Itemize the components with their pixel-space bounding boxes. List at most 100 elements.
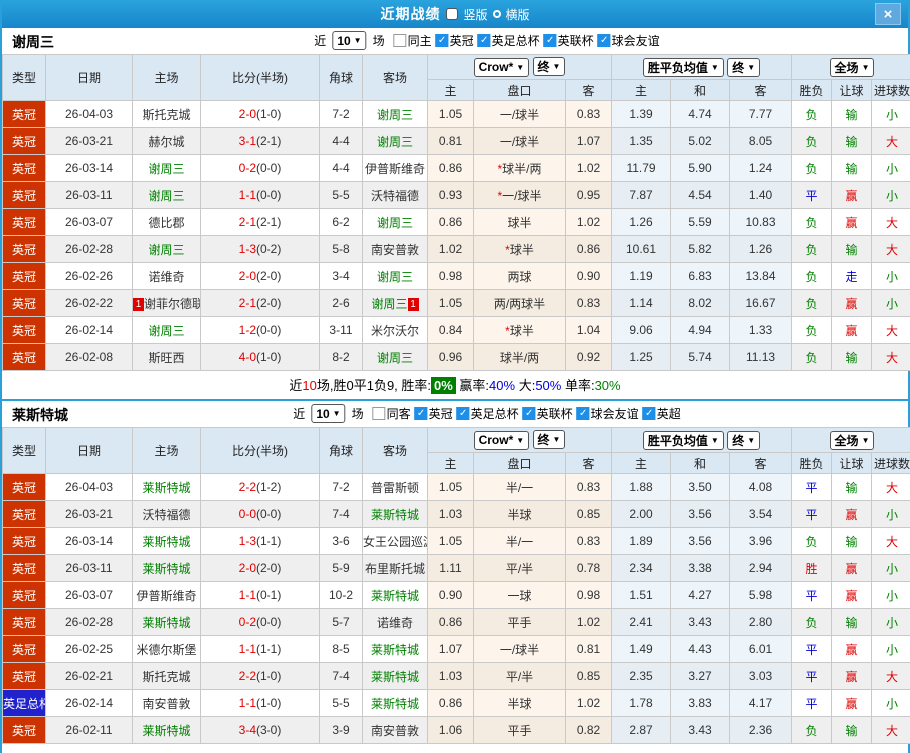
chevron-down-icon: ▼ [710, 435, 719, 445]
away-team: 谢周三 [362, 127, 428, 155]
chevron-down-icon: ▼ [747, 435, 756, 445]
date-cell: 26-03-14 [45, 154, 133, 182]
radio-vertical-label[interactable]: 竖版 [463, 6, 487, 23]
unchecked-checkbox-icon[interactable] [372, 407, 386, 420]
date-cell: 26-04-03 [45, 473, 133, 501]
checked-checkbox-icon[interactable]: ✓ [522, 407, 536, 420]
checked-checkbox-icon[interactable]: ✓ [543, 34, 557, 47]
league-filter[interactable]: ✓ 英冠 [435, 32, 474, 49]
league-filter[interactable]: ✓ 英联杯 [522, 405, 573, 422]
odds-home-cell: 1.07 [427, 635, 474, 663]
league-filter[interactable]: ✓ 英冠 [414, 405, 453, 422]
fulltime-select[interactable]: 全场 ▼ [829, 57, 875, 77]
col-odds-home: 主 [427, 452, 474, 474]
close-button[interactable]: × [875, 3, 901, 25]
checked-checkbox-icon[interactable]: ✓ [456, 407, 470, 420]
same-venue-filter[interactable]: 同主 [393, 32, 432, 49]
league-filter[interactable]: ✓ 球会友谊 [597, 32, 660, 49]
fulltime-select[interactable]: 全场 ▼ [829, 430, 875, 450]
final-odds-select[interactable]: 终 ▼ [532, 430, 566, 450]
goals-cell: 小 [871, 154, 910, 182]
odds-away-cell: 0.83 [564, 527, 613, 555]
table-row: 英冠 26-03-21 沃特福德 0-0(0-0) 7-4 莱斯特城 1.03 半球 0.85 2… [2, 500, 910, 528]
same-venue-filter-label: 同主 [407, 34, 432, 48]
radio-selected-icon[interactable] [446, 8, 459, 20]
league-cell: 英冠 [2, 262, 46, 290]
table-row: 英冠 26-02-28 谢周三 1-3(0-2) 5-8 南安普敦 1.02 *球半 0.86 1… [2, 235, 910, 263]
unchecked-checkbox-icon[interactable] [393, 34, 407, 47]
wdl-group-header: 胜平负均值 ▼ 终 ▼ [611, 427, 793, 453]
team-link: 沃特福德 [370, 188, 419, 203]
checked-checkbox-icon[interactable]: ✓ [435, 34, 449, 47]
wdl-avg-select[interactable]: 胜平负均值 ▼ [642, 430, 724, 450]
away-team: 伊普斯维奇 [362, 154, 428, 182]
wdl-avg-select[interactable]: 胜平负均值 ▼ [642, 57, 724, 77]
home-team: 斯旺西 [132, 343, 201, 371]
radio-horizontal-label[interactable]: 横版 [506, 6, 530, 23]
checked-checkbox-icon[interactable]: ✓ [597, 34, 611, 47]
team-link: 米德尔斯堡 [136, 642, 197, 657]
recent-count-select[interactable]: 10 ▼ [332, 31, 367, 50]
avg-home-cell: 2.41 [611, 608, 672, 636]
league-filter[interactable]: ✓ 英足总杯 [456, 405, 519, 422]
team-section: 谢周三近 10 ▼ 场同主 ✓ 英冠 ✓ 英足总杯 ✓ 英联杯 ✓ 球会友谊 类型 日期 主场 比分(半场) 角… [2, 28, 910, 401]
handicap-cell: 一球 [473, 581, 566, 609]
team-link: 普雷斯顿 [370, 480, 419, 495]
checked-checkbox-icon[interactable]: ✓ [576, 407, 590, 420]
bookmaker-select[interactable]: Crow* ▼ [473, 57, 530, 77]
league-filter[interactable]: ✓ 英联杯 [543, 32, 594, 49]
league-filter[interactable]: ✓ 英足总杯 [477, 32, 540, 49]
col-odds-home: 主 [427, 79, 474, 101]
checked-checkbox-icon[interactable]: ✓ [642, 407, 656, 420]
corners-cell: 7-2 [319, 100, 363, 128]
column-header-row: 类型 日期 主场 比分(半场) 角球 客场 Crow* ▼ 终 ▼ 胜平负均值 ▼ 终 ▼ 全场 ▼ [2, 54, 910, 101]
handicap-group-header: Crow* ▼ 终 ▼ [426, 54, 613, 80]
date-cell: 26-02-11 [45, 716, 133, 744]
avg-draw-cell: 8.02 [670, 289, 731, 317]
date-cell: 26-02-14 [45, 316, 133, 344]
recent-count-select[interactable]: 10 ▼ [311, 404, 346, 423]
handicap-cell: *一/球半 [473, 181, 566, 209]
handicap-cell: 半/一 [473, 473, 566, 501]
away-team: 谢周三 1 [362, 289, 428, 317]
final-wdl-select[interactable]: 终 ▼ [727, 57, 761, 77]
col-handicap: 盘口 [473, 79, 566, 101]
summary-stat: 近 [289, 378, 303, 393]
league-filter-label: 英联杯 [536, 407, 573, 421]
table-row: 英冠 26-02-21 斯托克城 2-2(1-0) 7-4 莱斯特城 1.03 平/半 0.85… [2, 662, 910, 690]
checked-checkbox-icon[interactable]: ✓ [477, 34, 491, 47]
date-cell: 26-03-21 [45, 127, 133, 155]
avg-draw-cell: 3.43 [670, 716, 731, 744]
avg-home-cell: 10.61 [611, 235, 672, 263]
handicap-cell: 一/球半 [473, 100, 566, 128]
date-cell: 26-02-14 [45, 689, 133, 717]
handicap-result-cell: 赢 [831, 635, 873, 663]
summary-stat: 大: [515, 378, 536, 393]
home-team: 斯托克城 [132, 662, 201, 690]
handicap-cell: *球半 [473, 316, 566, 344]
league-filter[interactable]: ✓ 球会友谊 [576, 405, 639, 422]
table-row: 英冠 26-04-03 莱斯特城 2-2(1-2) 7-2 普雷斯顿 1.05 半/一 0.83… [2, 473, 910, 501]
final-odds-select[interactable]: 终 ▼ [532, 57, 566, 77]
handicap-cell: 半球 [473, 689, 566, 717]
team-link: 谢周三 [371, 296, 408, 311]
radio-unselected-icon[interactable] [492, 10, 501, 18]
result-cell: 负 [791, 343, 833, 371]
same-venue-filter[interactable]: 同客 [372, 405, 411, 422]
corners-cell: 3-4 [319, 262, 363, 290]
league-cell: 英冠 [2, 154, 46, 182]
summary-stat: 赢率: [455, 378, 490, 393]
league-filter-label: 英联杯 [557, 34, 594, 48]
result-cell: 平 [791, 635, 833, 663]
final-wdl-select[interactable]: 终 ▼ [727, 430, 761, 450]
league-filter[interactable]: ✓ 英超 [642, 405, 681, 422]
summary-stat: 场,胜0平1负9, 胜率: [316, 378, 432, 393]
score-cell: 2-0(2-0) [200, 262, 320, 290]
team-link: 莱斯特城 [142, 561, 191, 576]
filter-bar: 近 10 ▼ 场同客 ✓ 英冠 ✓ 英足总杯 ✓ 英联杯 ✓ 球会友谊 ✓ 英超 [293, 404, 681, 423]
page-title: 近期战绩 [380, 6, 441, 22]
bookmaker-select[interactable]: Crow* ▼ [473, 430, 530, 450]
odds-home-cell: 0.86 [427, 689, 474, 717]
summary-stat: 单率: [561, 378, 595, 393]
checked-checkbox-icon[interactable]: ✓ [414, 407, 428, 420]
